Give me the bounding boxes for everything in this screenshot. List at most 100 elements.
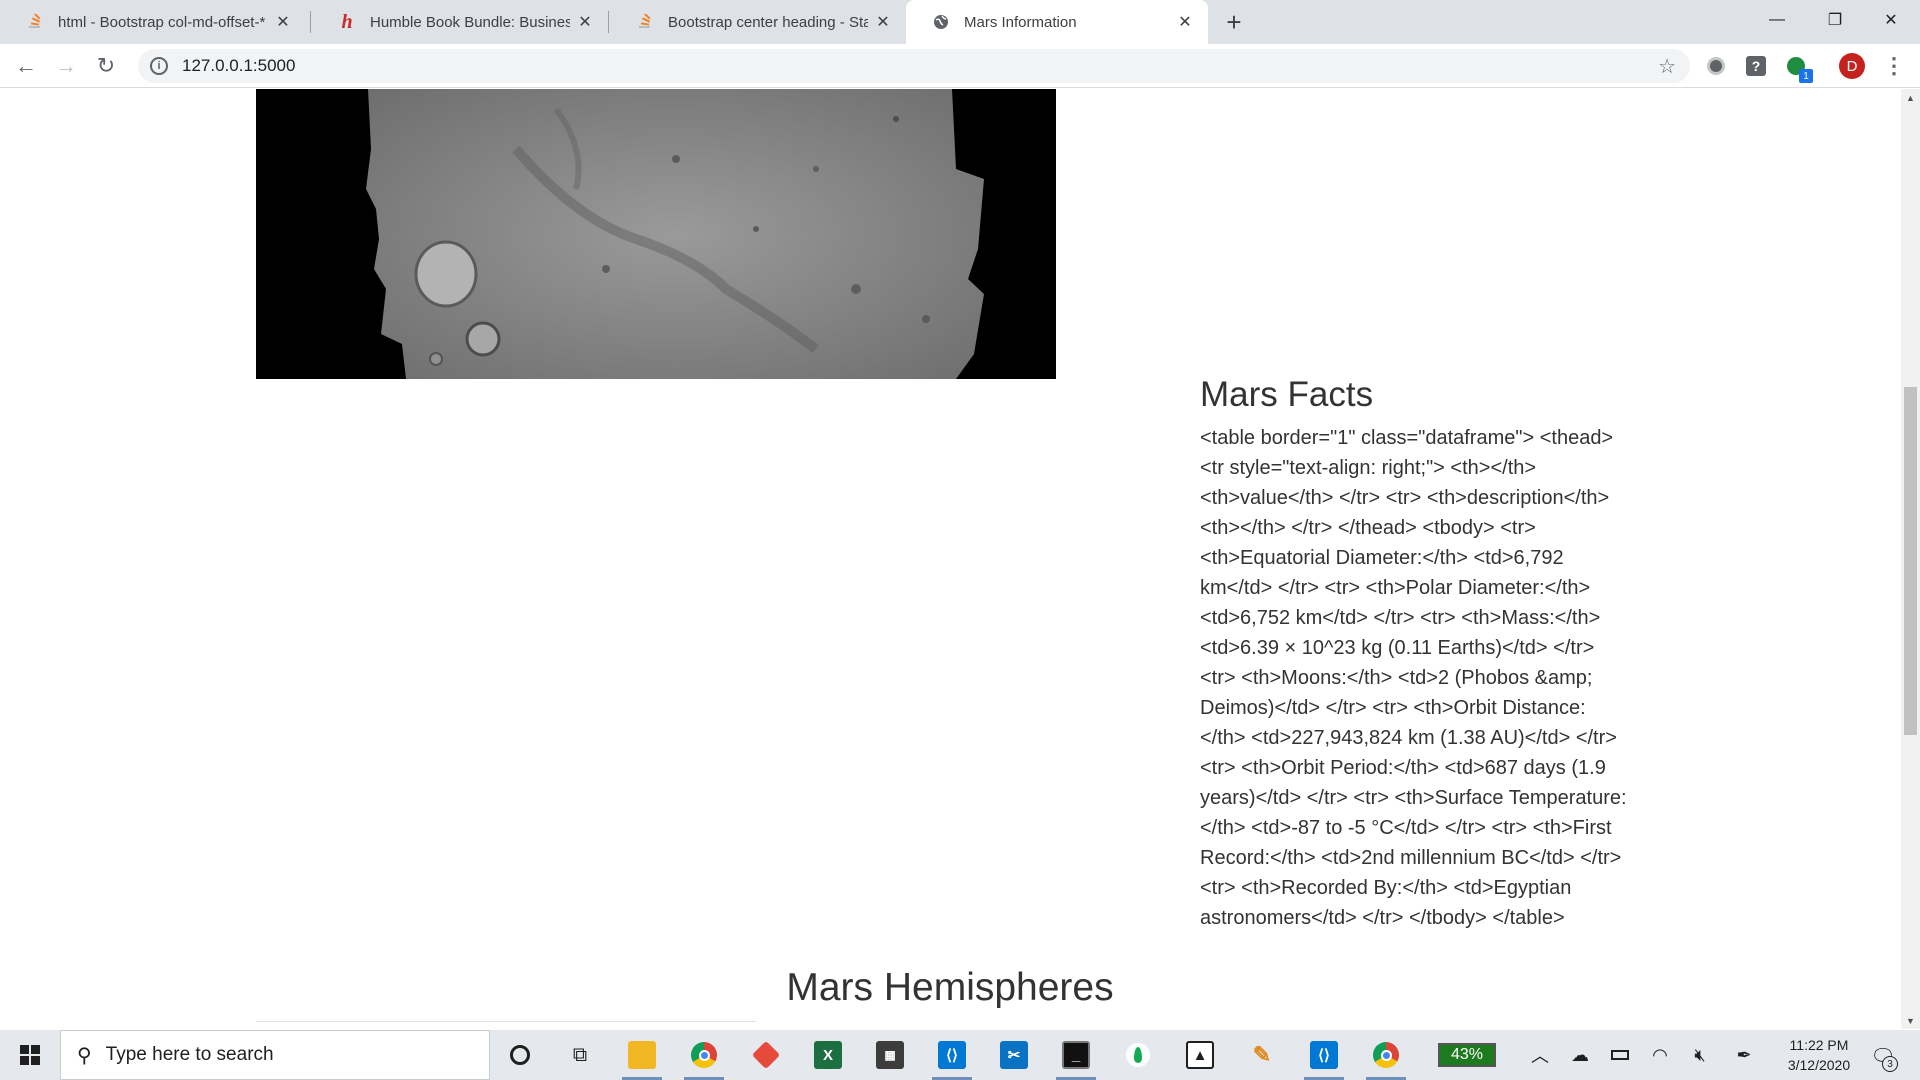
page-scrollbar[interactable]: ▲ ▼ <box>1901 89 1920 1029</box>
tab-separator <box>310 11 311 33</box>
battery-meter-button[interactable]: 43% <box>1432 1035 1502 1075</box>
mars-hemispheres-heading: Mars Hemispheres <box>786 966 1114 1009</box>
back-button[interactable]: ← <box>10 50 42 82</box>
browser-tab-1[interactable]: html - Bootstrap col-md-offset-* ✕ <box>0 0 306 44</box>
git-icon <box>751 1040 781 1070</box>
notification-count: 3 <box>1882 1056 1898 1072</box>
tab-title: Humble Book Bundle: Business In <box>370 13 570 31</box>
mongodb-icon <box>1126 1043 1150 1067</box>
close-tab-icon[interactable]: ✕ <box>1176 13 1194 31</box>
browser-menu-button[interactable]: ⋮ <box>1880 52 1908 80</box>
taskbar-clock[interactable]: 11:22 PM 3/12/2020 <box>1764 1035 1874 1075</box>
browser-tab-strip: html - Bootstrap col-md-offset-* ✕ h Hum… <box>0 0 1920 44</box>
cloud-icon: ☁ <box>1571 1044 1589 1065</box>
vscode-icon: ⟨⟩ <box>1310 1041 1338 1069</box>
action-center-button[interactable]: 🗨︎ 3 <box>1866 1040 1900 1072</box>
tab-title: Mars Information <box>964 13 1077 31</box>
excel-button[interactable]: X <box>804 1035 852 1075</box>
tab-title: html - Bootstrap col-md-offset-* <box>58 13 266 31</box>
extension-circle-icon <box>1707 57 1725 75</box>
clock-time: 11:22 PM <box>1789 1037 1849 1053</box>
restore-button[interactable]: ❐ <box>1806 0 1864 40</box>
chevron-up-icon: ︿ <box>1531 1046 1549 1066</box>
close-tab-icon[interactable]: ✕ <box>874 13 892 31</box>
clock-date: 3/12/2020 <box>1787 1057 1851 1073</box>
windows-logo-icon <box>20 1045 40 1065</box>
paint-icon: ✎ <box>1248 1041 1276 1069</box>
vscode-icon: ⟨⟩ <box>938 1041 966 1069</box>
photos-icon: ▲ <box>1186 1041 1214 1069</box>
tab-separator <box>608 11 609 33</box>
show-hidden-icons-button[interactable]: ︿ <box>1524 1030 1556 1080</box>
hemisphere-card-top-border <box>256 1021 756 1022</box>
vscode-button[interactable]: ⟨⟩ <box>928 1035 976 1080</box>
windows-taskbar: ⚲ Type here to search ⧉ X ▦ ⟨⟩ ✂ _ ▲ ✎ ⟨… <box>0 1030 1920 1080</box>
extension-green-button[interactable]: 1 <box>1782 52 1813 83</box>
cortana-icon <box>510 1045 530 1065</box>
search-placeholder: Type here to search <box>105 1044 274 1065</box>
tab-title: Bootstrap center heading - Stack <box>668 13 868 31</box>
cortana-button[interactable] <box>496 1035 544 1075</box>
git-button[interactable] <box>742 1035 790 1075</box>
globe-icon <box>932 13 950 31</box>
taskbar-search-box[interactable]: ⚲ Type here to search <box>60 1030 490 1080</box>
mongodb-button[interactable] <box>1114 1035 1162 1075</box>
network-button[interactable]: ◠ <box>1644 1030 1676 1080</box>
help-icon: ? <box>1746 56 1766 76</box>
vscode-button-2[interactable]: ⟨⟩ <box>1300 1035 1348 1080</box>
chrome-icon <box>691 1042 717 1068</box>
chrome-icon <box>1373 1042 1399 1068</box>
close-tab-icon[interactable]: ✕ <box>274 13 292 31</box>
mars-surface-image <box>366 89 984 379</box>
extension-button[interactable] <box>1702 52 1730 80</box>
mars-facts-heading: Mars Facts <box>1200 375 1374 414</box>
profile-button[interactable]: D <box>1838 52 1866 80</box>
forward-button[interactable]: → <box>50 50 82 82</box>
mars-facts-raw-table: <table border="1" class="dataframe"> <th… <box>1200 427 1627 929</box>
minimize-button[interactable]: — <box>1748 0 1806 40</box>
more-vert-icon: ⋮ <box>1883 53 1905 78</box>
photos-button[interactable]: ▲ <box>1176 1035 1224 1075</box>
calculator-button[interactable]: ▦ <box>866 1035 914 1075</box>
pen-workspace-button[interactable]: ✒ <box>1728 1030 1760 1080</box>
terminal-icon: _ <box>1062 1041 1090 1069</box>
battery-button[interactable] <box>1604 1030 1636 1080</box>
extension-badge: 1 <box>1799 69 1813 83</box>
browser-tab-3[interactable]: Bootstrap center heading - Stack ✕ <box>610 0 906 44</box>
scroll-up-icon[interactable]: ▲ <box>1901 89 1920 106</box>
reload-button[interactable]: ↻ <box>90 50 122 82</box>
stackoverflow-icon <box>636 13 654 31</box>
scroll-down-icon[interactable]: ▼ <box>1901 1012 1920 1029</box>
task-view-icon: ⧉ <box>572 1043 588 1066</box>
browser-toolbar: ← → ↻ i 127.0.0.1:5000 ☆ ? 1 D ⋮ <box>0 44 1920 88</box>
onedrive-button[interactable]: ☁ <box>1564 1030 1596 1080</box>
snipping-tool-button[interactable]: ✂ <box>990 1035 1038 1075</box>
chrome-button[interactable] <box>680 1035 728 1080</box>
file-explorer-button[interactable] <box>618 1035 666 1080</box>
humble-bundle-icon: h <box>341 10 353 33</box>
site-info-icon[interactable]: i <box>150 57 168 75</box>
chrome-button-2[interactable] <box>1362 1035 1410 1080</box>
bookmark-star-icon[interactable]: ☆ <box>1658 54 1676 79</box>
pen-icon: ✒ <box>1736 1044 1752 1065</box>
paint-button[interactable]: ✎ <box>1238 1035 1286 1075</box>
address-url[interactable]: 127.0.0.1:5000 <box>182 56 295 76</box>
terminal-button[interactable]: _ <box>1052 1035 1100 1080</box>
extension-help-button[interactable]: ? <box>1742 52 1770 80</box>
volume-button[interactable]: 🔇︎ <box>1684 1030 1716 1080</box>
close-tab-icon[interactable]: ✕ <box>576 13 594 31</box>
stackoverflow-icon <box>26 13 44 31</box>
start-button[interactable] <box>0 1030 60 1080</box>
browser-tab-active[interactable]: Mars Information ✕ <box>906 0 1208 44</box>
new-tab-button[interactable]: + <box>1218 6 1250 38</box>
search-icon: ⚲ <box>77 1044 92 1067</box>
address-bar[interactable]: i 127.0.0.1:5000 ☆ <box>138 49 1690 83</box>
close-window-button[interactable]: ✕ <box>1862 0 1920 40</box>
excel-icon: X <box>814 1041 842 1069</box>
scrollbar-thumb[interactable] <box>1904 387 1917 735</box>
task-view-button[interactable]: ⧉ <box>556 1035 604 1075</box>
file-explorer-icon <box>628 1041 656 1069</box>
mars-featured-image <box>256 89 1056 379</box>
browser-tab-2[interactable]: h Humble Book Bundle: Business In ✕ <box>312 0 608 44</box>
wifi-icon: ◠ <box>1652 1044 1668 1065</box>
